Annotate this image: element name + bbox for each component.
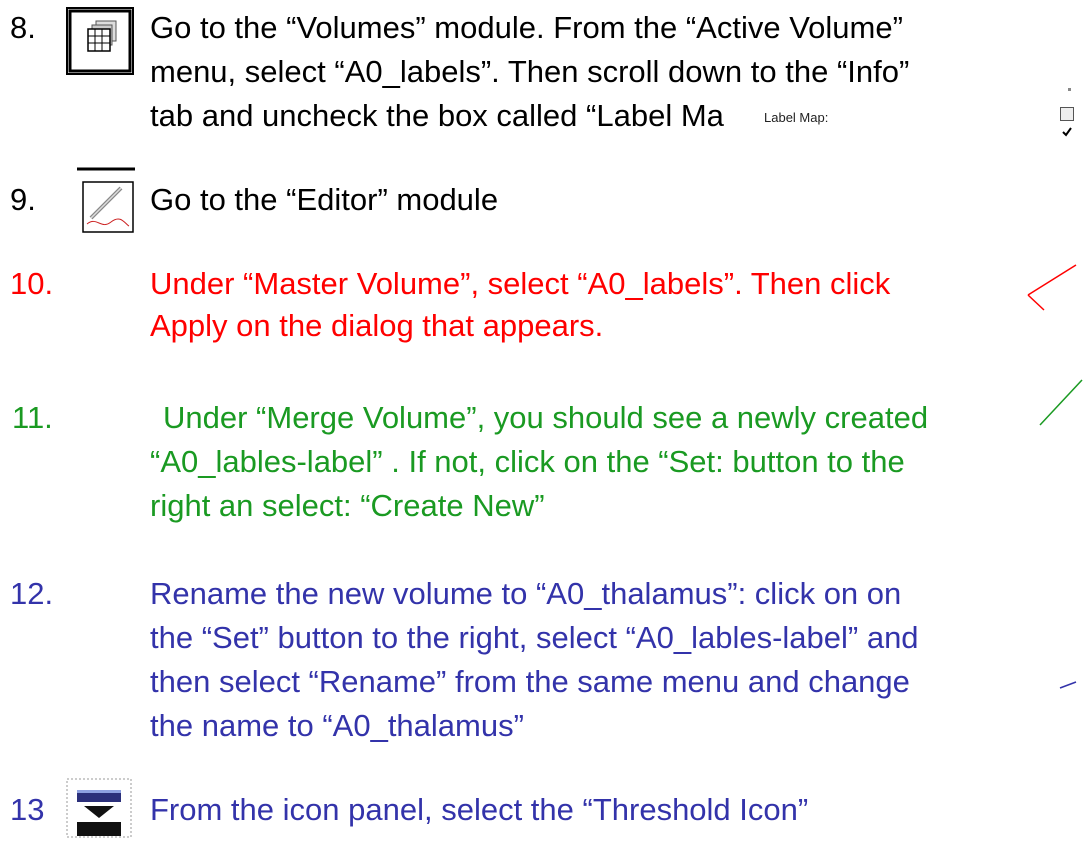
pointer-lines [1027,264,1083,689]
step-10-line-2: Apply on the dialog that appears. [150,308,604,343]
step-12-line-1: Rename the new volume to “A0_thalamus”: … [150,576,902,611]
step-13-line-1: From the icon panel, select the “Thresho… [150,792,809,827]
step-8-number: 8. [10,10,36,45]
step-8-line-1: Go to the “Volumes” module. From the “Ac… [150,10,903,45]
inset-mark [1068,88,1071,91]
editor-pencil-icon [77,166,135,236]
label-map-inset-label: Label Map: [764,110,829,125]
step-9-number: 9. [10,182,36,217]
step-12-line-2: the “Set” button to the right, select “A… [150,620,919,655]
step-11-number: 11. [12,400,53,435]
step-10-number: 10. [10,266,54,301]
step-11-line-3: right an select: “Create New” [150,488,545,523]
step-10-line-1: Under “Master Volume”, select “A0_labels… [150,266,891,301]
step-12-line-3: then select “Rename” from the same menu … [150,664,910,699]
step-9-line-1: Go to the “Editor” module [150,182,499,217]
volumes-grid-icon [66,7,134,75]
step-8-line-3: tab and uncheck the box called “Label Ma [150,98,724,133]
label-map-checkbox [1060,107,1074,137]
step-12-line-4: the name to “A0_thalamus” [150,708,524,743]
step-11-line-2: “A0_lables-label” . If not, click on the… [150,444,905,479]
step-13-number: 13 [10,792,45,827]
threshold-icon [66,778,132,838]
step-12-number: 12. [10,576,54,611]
step-8-line-2: menu, select “A0_labels”. Then scroll do… [150,54,910,89]
step-11-line-1: Under “Merge Volume”, you should see a n… [163,400,929,435]
